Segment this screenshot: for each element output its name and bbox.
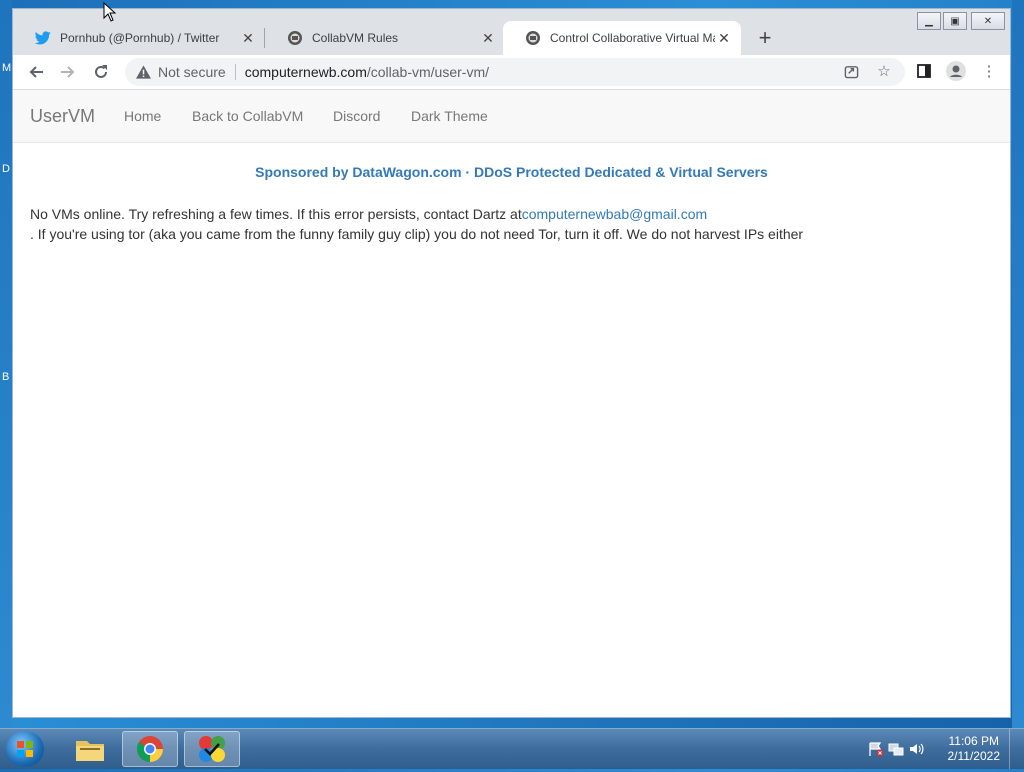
forward-icon[interactable] (56, 60, 80, 84)
clock[interactable]: 11:06 PM 2/11/2022 (948, 734, 1001, 764)
network-icon[interactable] (888, 741, 904, 762)
start-button[interactable] (6, 731, 44, 767)
security-label[interactable]: Not secure (158, 64, 226, 80)
clock-date: 2/11/2022 (947, 749, 1001, 763)
collabvm-icon (525, 30, 541, 46)
web-page: UserVM Home Back to CollabVM Discord Dar… (13, 90, 1010, 717)
warning-icon[interactable] (135, 64, 151, 80)
side-panel-icon[interactable] (913, 60, 935, 82)
new-tab-button[interactable]: + (753, 25, 777, 50)
message-text: No VMs online. Try refreshing a few time… (30, 206, 522, 222)
browser-window: Pornhub (@Pornhub) / Twitter ✕ CollabVM … (12, 8, 1011, 718)
file-explorer-icon[interactable] (62, 731, 118, 767)
tab-title: Control Collaborative Virtual Machines (550, 31, 715, 45)
nav-dark-theme[interactable]: Dark Theme (411, 108, 488, 124)
volume-icon[interactable] (908, 741, 924, 762)
desktop-icon-label: B (2, 371, 10, 383)
close-icon[interactable]: ✕ (479, 29, 497, 47)
desktop-icon-label: D (2, 163, 10, 175)
tab-strip: Pornhub (@Pornhub) / Twitter ✕ CollabVM … (13, 9, 1010, 55)
close-icon[interactable]: ✕ (715, 29, 733, 47)
nav-discord[interactable]: Discord (333, 108, 380, 124)
action-center-flag-icon[interactable] (868, 741, 884, 762)
desktop-icon-label: M (2, 62, 12, 74)
url-path: /collab-vm/user-vm/ (366, 64, 490, 80)
back-icon[interactable] (24, 60, 48, 84)
message-text: . If you're using tor (aka you came from… (30, 226, 804, 242)
bookmark-star-icon[interactable]: ☆ (873, 60, 895, 82)
menu-kebab-icon[interactable]: ⋮ (978, 60, 1000, 82)
desktop-right-edge (1012, 0, 1024, 728)
tab-control-collaborative-vm[interactable]: Control Collaborative Virtual Machines ✕ (503, 21, 741, 55)
site-brand[interactable]: UserVM (30, 106, 95, 127)
app-icon[interactable] (184, 731, 240, 767)
close-window-button[interactable]: ✕ (971, 12, 1005, 30)
minimize-button[interactable]: ▁ (917, 12, 941, 30)
profile-avatar-icon[interactable] (945, 60, 967, 82)
error-message: No VMs online. Try refreshing a few time… (30, 204, 803, 244)
share-icon[interactable] (840, 60, 862, 82)
close-icon[interactable]: ✕ (239, 29, 257, 47)
desktop-left-edge (0, 0, 12, 728)
tab-twitter[interactable]: Pornhub (@Pornhub) / Twitter ✕ (13, 21, 265, 55)
maximize-button[interactable]: ▣ (943, 12, 967, 30)
mouse-cursor-icon (103, 2, 117, 22)
taskbar: 11:06 PM 2/11/2022 (0, 728, 1024, 769)
nav-home[interactable]: Home (124, 108, 161, 124)
tab-title: CollabVM Rules (312, 31, 399, 45)
browser-toolbar: Not secure computernewb.com/collab-vm/us… (13, 55, 1010, 90)
omnibox-divider (234, 64, 236, 80)
address-bar[interactable]: Not secure computernewb.com/collab-vm/us… (125, 58, 905, 86)
chrome-icon[interactable] (122, 731, 178, 767)
tab-collabvm-rules[interactable]: CollabVM Rules ✕ (265, 21, 505, 55)
collabvm-icon (287, 30, 303, 46)
site-navbar: UserVM Home Back to CollabVM Discord Dar… (13, 90, 1010, 143)
system-tray: 11:06 PM 2/11/2022 (844, 729, 1024, 769)
clock-time: 11:06 PM (948, 734, 999, 748)
sponsor-link[interactable]: Sponsored by DataWagon.com · DDoS Protec… (13, 164, 1010, 180)
twitter-icon (35, 30, 51, 46)
tab-title: Pornhub (@Pornhub) / Twitter (60, 31, 220, 45)
show-desktop-button[interactable] (1009, 729, 1024, 769)
nav-back-to-collabvm[interactable]: Back to CollabVM (192, 108, 303, 124)
reload-icon[interactable] (89, 60, 113, 84)
contact-email-link[interactable]: computernewbab@gmail.com (522, 206, 707, 222)
url-host: computernewb.com (244, 64, 367, 80)
